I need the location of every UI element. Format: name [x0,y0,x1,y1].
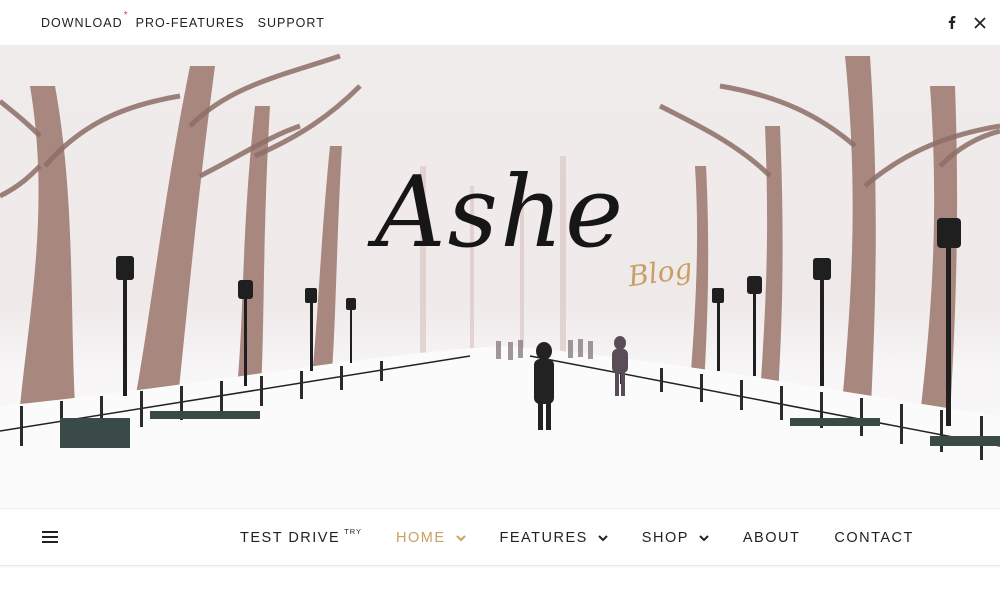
new-star-badge: * [123,9,129,21]
site-logo[interactable]: Ashe Blog [0,156,1000,293]
top-link-download-label: DOWNLOAD [41,15,123,30]
primary-menu: TEST DRIVE TRY HOME FEATURES SHOP ABOUT … [240,509,948,567]
top-bar: DOWNLOAD * PRO-FEATURES SUPPORT [0,0,1000,46]
chevron-down-icon [455,535,466,542]
top-link-support[interactable]: SUPPORT [258,16,325,30]
top-navigation: DOWNLOAD * PRO-FEATURES SUPPORT [41,10,325,30]
chevron-down-icon [699,535,709,542]
menu-item-about[interactable]: ABOUT [743,530,800,546]
menu-item-shop[interactable]: SHOP [642,530,709,546]
x-twitter-icon[interactable] [974,16,986,30]
try-superscript: TRY [344,526,363,536]
chevron-down-icon [598,535,608,542]
menu-item-label: ABOUT [742,530,801,546]
hero-header-image: Ashe Blog [0,46,1000,508]
top-link-pro-features[interactable]: PRO-FEATURES [136,16,245,30]
menu-item-label: FEATURES [499,530,588,546]
logo-title: Ashe [374,156,626,270]
top-link-download[interactable]: DOWNLOAD * [41,10,128,30]
facebook-icon[interactable] [946,16,958,30]
menu-item-test-drive[interactable]: TEST DRIVE TRY [240,526,363,547]
menu-item-label: CONTACT [834,530,914,546]
main-navigation: TEST DRIVE TRY HOME FEATURES SHOP ABOUT … [0,508,1000,566]
social-links [946,16,986,30]
menu-item-features[interactable]: FEATURES [500,530,608,546]
winter-park-illustration [0,53,1000,508]
menu-item-label: TEST DRIVE [240,530,341,546]
hamburger-icon[interactable] [42,531,58,544]
menu-item-home[interactable]: HOME [396,530,466,546]
menu-item-label: HOME [396,530,446,546]
menu-item-contact[interactable]: CONTACT [834,530,914,546]
menu-item-label: SHOP [641,530,689,546]
